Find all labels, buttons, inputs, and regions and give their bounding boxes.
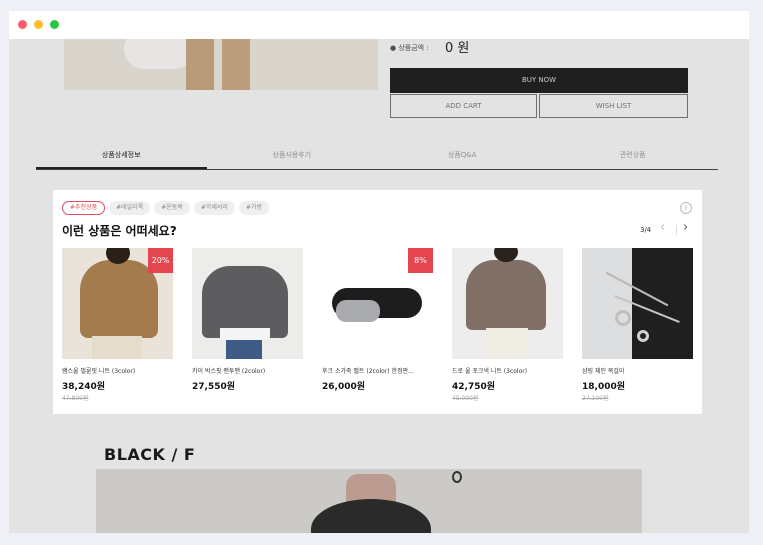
tag-daily[interactable]: #데일리룩 <box>109 201 151 215</box>
recommendation-heading: 이런 상품은 어떠세요? <box>62 224 177 238</box>
product-name[interactable]: 카이 박스핏 맨투맨 (2color) <box>192 366 303 375</box>
product-image[interactable] <box>452 248 563 359</box>
tag-list: #추천상품 #데일리룩 #운동복 #악세서리 #가방 <box>62 201 269 215</box>
discount-badge: 20% <box>148 248 173 273</box>
tag-bag[interactable]: #가방 <box>238 201 269 215</box>
product-name[interactable]: 드로 울 포크넥 니트 (3color) <box>452 366 563 375</box>
chevron-right-icon[interactable]: › <box>683 221 688 235</box>
product-image[interactable]: 20% <box>62 248 173 359</box>
browser-window: ● 상품금액 : 0 원 BUY NOW ADD CART WISH LIST … <box>9 11 749 533</box>
product-card[interactable]: 8% 후크 소가죽 벨트 (2color) 한정판... 26,000원 <box>322 248 433 392</box>
product-name[interactable]: 후크 소가죽 벨트 (2color) 한정판... <box>322 366 433 375</box>
tag-recommended[interactable]: #추천상품 <box>62 201 106 215</box>
tag-accessory[interactable]: #악세서리 <box>193 201 235 215</box>
product-price: 42,750원 <box>452 382 496 392</box>
pager-divider <box>676 225 677 235</box>
product-card[interactable]: 카이 박스핏 맨투맨 (2color) 27,550원 <box>192 248 303 392</box>
info-icon[interactable]: i <box>680 202 692 214</box>
maximize-window-button[interactable] <box>50 20 59 29</box>
product-price: 27,550원 <box>192 382 236 392</box>
product-card[interactable]: 20% 램스울 벌룬핏 니트 (3color) 38,240원 47,800원 <box>62 248 173 402</box>
product-name[interactable]: 샴링 체인 목걸이 <box>582 366 693 375</box>
recommendation-panel: #추천상품 #데일리룩 #운동복 #악세서리 #가방 i 이런 상품은 어떠세요… <box>53 190 702 414</box>
product-image[interactable] <box>582 248 693 359</box>
product-name[interactable]: 램스울 벌룬핏 니트 (3color) <box>62 366 173 375</box>
chevron-left-icon[interactable]: ‹ <box>660 221 665 235</box>
product-card[interactable]: 샴링 체인 목걸이 18,000원 27,100원 <box>582 248 693 402</box>
page-indicator: 3/4 <box>640 226 652 234</box>
title-bar <box>9 11 749 39</box>
product-price: 26,000원 <box>322 382 366 392</box>
tag-sportswear[interactable]: #운동복 <box>154 201 190 215</box>
product-price: 38,240원 <box>62 382 106 392</box>
minimize-window-button[interactable] <box>34 20 43 29</box>
close-window-button[interactable] <box>18 20 27 29</box>
original-price: 47,800원 <box>62 395 89 402</box>
product-image[interactable]: 8% <box>322 248 433 359</box>
product-card[interactable]: 드로 울 포크넥 니트 (3color) 42,750원 45,000원 <box>452 248 563 402</box>
product-page: ● 상품금액 : 0 원 BUY NOW ADD CART WISH LIST … <box>9 39 749 533</box>
product-price: 18,000원 <box>582 382 626 392</box>
original-price: 27,100원 <box>582 395 609 402</box>
product-image[interactable] <box>192 248 303 359</box>
discount-badge: 8% <box>408 248 433 273</box>
original-price: 45,000원 <box>452 395 479 402</box>
